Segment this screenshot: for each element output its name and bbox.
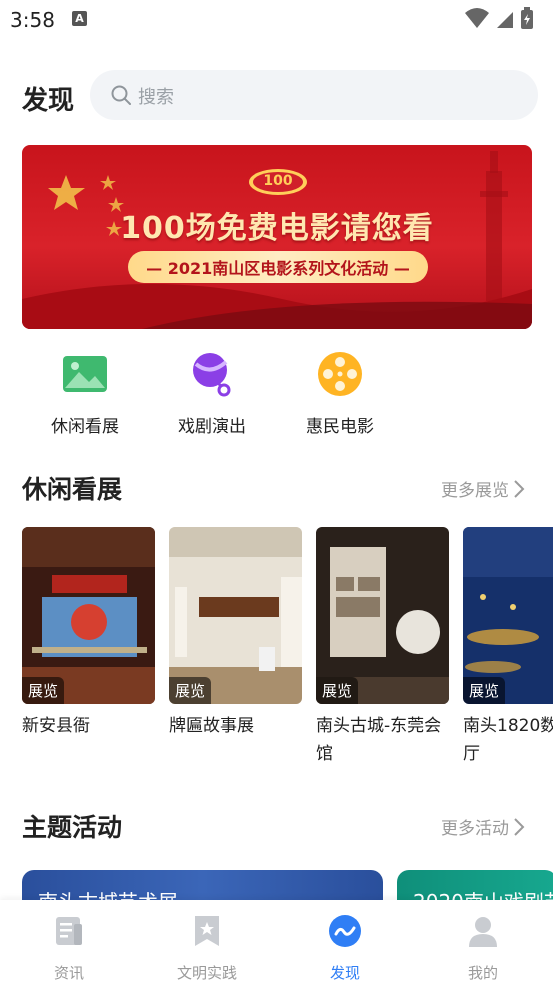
- entry-label: 戏剧演出: [178, 417, 246, 437]
- more-exhibitions-link[interactable]: 更多展览: [441, 476, 525, 501]
- exhibition-name: 南头1820数字展厅: [463, 716, 553, 764]
- exhibition-card[interactable]: 展览 牌匾故事展: [169, 527, 302, 740]
- nav-label: 发现: [329, 964, 360, 982]
- discover-page: 3:58 A 发现 搜索 100 100场免费电影请您看 — 2021南山区电影…: [0, 0, 553, 984]
- system-status-icons: [465, 7, 533, 29]
- entry-label: 惠民电影: [306, 417, 374, 437]
- more-activities-link[interactable]: 更多活动: [441, 814, 525, 839]
- chevron-right-icon: [514, 480, 525, 498]
- nav-label: 我的: [467, 964, 498, 982]
- discover-icon: [329, 915, 361, 947]
- nav-discover[interactable]: 发现: [300, 914, 390, 983]
- more-activities-label: 更多活动: [441, 819, 509, 839]
- nav-profile[interactable]: 我的: [438, 914, 528, 983]
- profile-icon: [469, 917, 497, 947]
- exhibition-tag: 展览: [169, 677, 212, 704]
- exhibition-tag: 展览: [316, 677, 359, 704]
- exhibition-name: 南头古城-东莞会馆: [316, 716, 442, 764]
- bookmark-star-icon: [195, 916, 219, 946]
- activities-title: 主题活动: [22, 813, 123, 842]
- search-placeholder: 搜索: [138, 87, 174, 108]
- exhibition-card[interactable]: 展览 南头古城-东莞会馆: [316, 527, 449, 768]
- search-icon: [111, 85, 131, 105]
- exhibition-name: 牌匾故事展: [169, 716, 254, 736]
- entry-theater[interactable]: 戏剧演出: [152, 350, 272, 437]
- landscape-image-icon: [63, 356, 107, 392]
- nav-label: 文明实践: [176, 964, 237, 982]
- signal-icon: [497, 12, 513, 28]
- status-bar: 3:58 A: [0, 0, 553, 40]
- entry-label: 休闲看展: [51, 417, 119, 437]
- theater-mask-icon: [193, 353, 231, 397]
- exhibition-image: 展览: [463, 527, 553, 704]
- film-reel-icon: [318, 352, 362, 396]
- banner-title: 100场免费电影请您看: [120, 211, 434, 246]
- exhibition-tag: 展览: [463, 677, 506, 704]
- exhibition-card[interactable]: 展览 南头1820数字展厅: [463, 527, 553, 768]
- nav-news[interactable]: 资讯: [24, 914, 114, 983]
- exhibition-card[interactable]: 展览 新安县衙: [22, 527, 155, 740]
- status-time: 3:58: [10, 8, 55, 32]
- search-input[interactable]: 搜索: [90, 70, 538, 120]
- exhibition-image: 展览: [316, 527, 449, 704]
- nav-civilization-practice[interactable]: 文明实践: [162, 914, 252, 983]
- banner-subtitle: — 2021南山区电影系列文化活动 —: [146, 259, 410, 278]
- exhibition-name: 新安县衙: [22, 716, 90, 736]
- chevron-right-icon: [514, 818, 525, 836]
- promo-banner[interactable]: 100 100场免费电影请您看 — 2021南山区电影系列文化活动 —: [22, 145, 532, 329]
- notification-icon: A: [72, 11, 87, 26]
- nav-label: 资讯: [53, 964, 84, 982]
- entry-leisure-exhibition[interactable]: 休闲看展: [25, 350, 145, 437]
- exhibition-tag: 展览: [22, 677, 65, 704]
- more-exhibitions-label: 更多展览: [441, 481, 509, 501]
- banner-logo-text: 100: [263, 173, 293, 189]
- bottom-nav: 资讯 文明实践 发现 我的: [0, 900, 553, 984]
- exhibition-image: 展览: [22, 527, 155, 704]
- news-icon: [56, 917, 82, 945]
- wifi-icon: [465, 8, 489, 28]
- entry-movie[interactable]: 惠民电影: [280, 350, 400, 437]
- page-title: 发现: [22, 86, 75, 116]
- exhibitions-title: 休闲看展: [22, 475, 123, 504]
- exhibition-image: 展览: [169, 527, 302, 704]
